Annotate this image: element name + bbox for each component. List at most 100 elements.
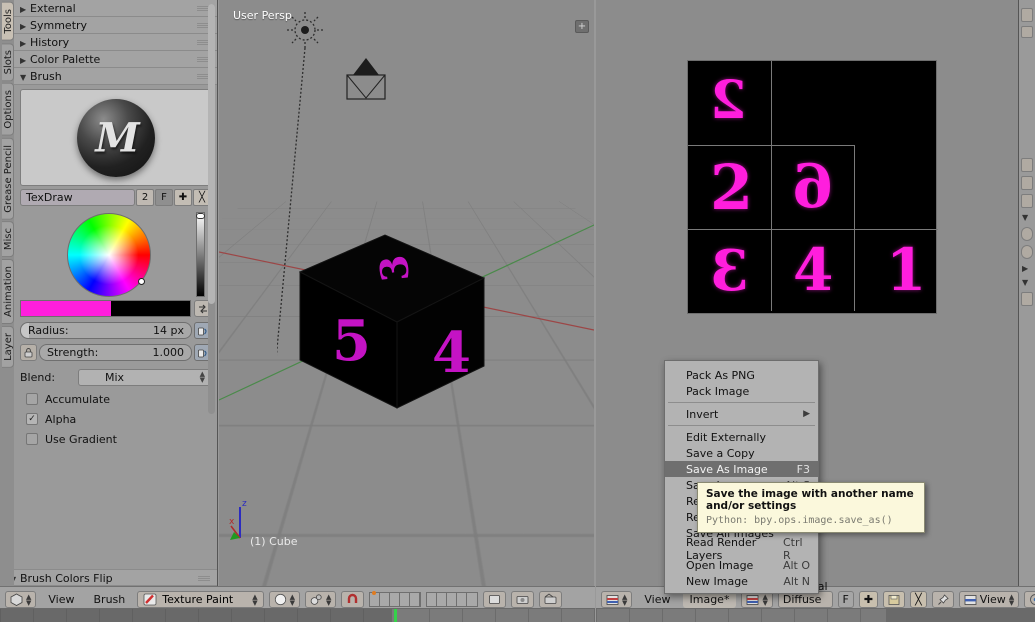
image-context-menu[interactable]: Pack As PNG Pack Image Invert ▶ Edit Exte… <box>664 360 819 594</box>
uv-view-mode-select[interactable]: View ▲ ▼ <box>958 591 1020 608</box>
chevron-updown-icon: ▲ ▼ <box>26 592 32 607</box>
menu-item-open-image[interactable]: Open Image Alt O <box>665 557 818 573</box>
layer-cell[interactable] <box>457 593 468 606</box>
scrollbar-thumb[interactable] <box>208 4 215 304</box>
menu-view[interactable]: View <box>41 591 81 608</box>
menu-item-save-a-copy[interactable]: Save a Copy <box>665 445 818 461</box>
color-swatch-bar[interactable] <box>20 300 191 317</box>
layer-cell[interactable] <box>467 593 478 606</box>
properties-button-3[interactable] <box>1021 194 1033 208</box>
color-value-slider[interactable] <box>196 212 205 297</box>
panel-header-color-palette[interactable]: ▶ Color Palette <box>14 51 217 68</box>
panel-header-history[interactable]: ▶ History <box>14 34 217 51</box>
sidebar-tab-grease-pencil[interactable]: Grease Pencil <box>2 137 14 220</box>
snap-button[interactable] <box>341 591 365 608</box>
menu-item-edit-externally[interactable]: Edit Externally <box>665 429 818 445</box>
pin-icon[interactable] <box>931 591 954 608</box>
camera-object-icon[interactable] <box>345 57 391 103</box>
checkbox-alpha[interactable]: ✓ Alpha <box>26 412 211 426</box>
checkbox-accumulate[interactable]: Accumulate <box>26 392 211 406</box>
checkbox-label: Use Gradient <box>45 432 117 446</box>
menu-item-read-render-layers[interactable]: Read Render Layers Ctrl R <box>665 536 818 562</box>
menu-item-new-image[interactable]: New Image Alt N <box>665 573 818 589</box>
editor-type-3dview-icon[interactable]: ▲ ▼ <box>5 591 37 608</box>
chevron-updown-icon: ▲ ▼ <box>762 592 768 607</box>
x-icon[interactable]: ╳ <box>910 591 927 608</box>
pivot-point-button[interactable]: ▲ ▼ <box>305 591 337 608</box>
menu-brush[interactable]: Brush <box>87 591 133 608</box>
sidebar-tab-misc[interactable]: Misc <box>2 221 14 258</box>
layer-cell[interactable] <box>400 593 411 606</box>
strength-lock-toggle[interactable] <box>20 344 37 361</box>
color-wheel[interactable] <box>67 213 151 297</box>
sidebar-tab-animation[interactable]: Animation <box>2 259 14 325</box>
lock-icon <box>24 348 33 358</box>
editor-type-uvimage-icon[interactable]: ▲ ▼ <box>601 591 633 608</box>
menu-item-pack-as-png[interactable]: Pack As PNG <box>665 367 818 383</box>
checkbox-use-gradient[interactable]: Use Gradient <box>26 432 211 446</box>
chevron-down-icon[interactable]: ▼ <box>1022 213 1032 222</box>
panel-header-symmetry[interactable]: ▶ Symmetry <box>14 17 217 34</box>
3d-viewport[interactable]: User Persp 3 5 4 z x (1) Cube + <box>219 0 594 586</box>
save-icon[interactable] <box>883 591 906 608</box>
sidebar-tab-tools[interactable]: Tools <box>2 2 14 41</box>
color-value-knob[interactable] <box>196 213 205 219</box>
image-pivot-button[interactable]: ▲▼ <box>1024 591 1035 608</box>
timeline-playhead[interactable] <box>394 609 397 622</box>
cube-object[interactable]: 3 5 4 <box>297 232 487 412</box>
menu-item-save-as-image[interactable]: Save As Image F3 <box>665 461 818 477</box>
pin-icon[interactable] <box>1021 176 1033 190</box>
chevron-right-icon[interactable]: ▶ <box>1022 264 1032 273</box>
scene-layers-bottom[interactable] <box>426 592 479 607</box>
primary-color-swatch[interactable] <box>21 301 111 316</box>
sidebar-tab-slots[interactable]: Slots <box>2 42 14 82</box>
brush-fake-user-button[interactable]: F <box>155 189 173 206</box>
image-canvas[interactable]: 2 2 6 3 4 1 <box>687 60 938 314</box>
properties-button-1[interactable] <box>1021 8 1033 22</box>
layer-cell[interactable] <box>380 593 391 606</box>
brush-preview[interactable]: 𝑴 <box>20 89 211 186</box>
timeline-strip[interactable] <box>0 608 595 622</box>
blend-mode-select[interactable]: Mix ▲ ▼ <box>78 369 211 386</box>
render-animation-button[interactable] <box>539 591 563 608</box>
properties-slider-2[interactable] <box>1021 245 1033 259</box>
panel-header-external[interactable]: ▶ External <box>14 0 217 17</box>
interaction-mode-select[interactable]: Texture Paint ▲ ▼ <box>137 591 264 608</box>
render-button[interactable] <box>483 591 507 608</box>
shading-mode-button[interactable]: ▲ ▼ <box>268 591 301 608</box>
scene-layers-top[interactable] <box>369 591 422 607</box>
panel-header-brush[interactable]: ▼ Brush <box>14 68 217 85</box>
properties-button-4[interactable] <box>1021 292 1033 306</box>
render-image-button[interactable] <box>511 591 535 608</box>
image-fake-user-button[interactable]: F <box>837 591 854 608</box>
radius-slider[interactable]: Radius: 14 px <box>20 322 192 339</box>
layer-cell[interactable] <box>437 593 448 606</box>
properties-slider[interactable] <box>1021 227 1033 241</box>
brush-name-field[interactable]: TexDraw <box>20 189 135 206</box>
sidebar-tab-options[interactable]: Options <box>2 83 14 136</box>
menu-item-invert[interactable]: Invert ▶ <box>665 406 818 422</box>
properties-button-2[interactable] <box>1021 158 1033 172</box>
menu-item-pack-image[interactable]: Pack Image <box>665 383 818 399</box>
area-split-plus-icon[interactable]: + <box>575 20 589 33</box>
properties-strip[interactable]: ▼ ▶ ▼ <box>1018 0 1035 586</box>
chevron-down-icon[interactable]: ▼ <box>1022 278 1032 287</box>
properties-minus-icon[interactable] <box>1021 26 1033 38</box>
tool-shelf-scrollbar[interactable] <box>208 4 215 414</box>
color-wheel-cursor[interactable] <box>138 278 145 285</box>
secondary-color-swatch[interactable] <box>110 301 190 316</box>
image-editor-footer-strip[interactable] <box>596 608 1035 622</box>
layer-cell[interactable] <box>427 593 438 606</box>
plus-icon[interactable]: ✚ <box>174 189 192 206</box>
strength-slider[interactable]: Strength: 1.000 <box>39 344 192 361</box>
brush-users-count[interactable]: 2 <box>136 189 154 206</box>
layer-cell[interactable] <box>390 593 401 606</box>
layer-cell[interactable] <box>447 593 458 606</box>
plus-icon[interactable]: ✚ <box>858 591 879 608</box>
layer-cell[interactable] <box>370 593 381 606</box>
sidebar-tab-layer[interactable]: Layer <box>2 326 14 369</box>
menu-item-label: Pack As PNG <box>686 368 755 382</box>
layer-cell[interactable] <box>410 593 421 606</box>
panel-header-brush-colors-flip[interactable]: ▼Brush Colors Flip <box>14 569 217 586</box>
checkbox-box <box>26 433 38 445</box>
